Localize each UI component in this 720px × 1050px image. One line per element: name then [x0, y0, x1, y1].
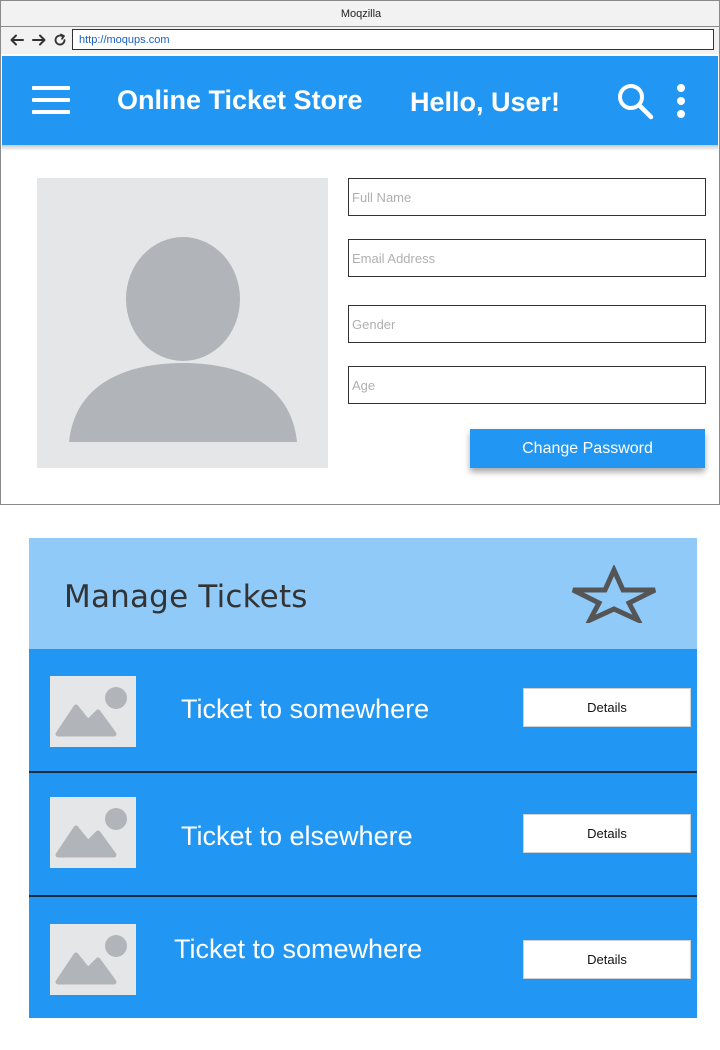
app-header: Online Ticket Store Hello, User!	[2, 56, 718, 145]
gender-field[interactable]	[348, 305, 706, 343]
ticket-title: Ticket to elsewhere	[181, 821, 413, 851]
full-name-field[interactable]	[348, 178, 706, 216]
details-button[interactable]: Details	[523, 688, 691, 727]
window-title: Moqzilla	[340, 8, 382, 20]
star-icon[interactable]	[571, 565, 659, 623]
ticket-row: Ticket to somewhere Details	[29, 649, 697, 771]
tickets-title: Manage Tickets	[64, 579, 308, 615]
ticket-row: Ticket to elsewhere Details	[29, 773, 697, 895]
details-button[interactable]: Details	[523, 814, 691, 853]
details-button[interactable]: Details	[523, 940, 691, 979]
ticket-thumbnail	[50, 797, 136, 868]
image-placeholder-icon	[55, 935, 127, 985]
ticket-thumbnail	[50, 676, 136, 747]
email-field[interactable]	[348, 239, 706, 277]
image-placeholder-icon	[55, 687, 127, 737]
profile-avatar[interactable]	[37, 178, 328, 468]
user-greeting: Hello, User!	[410, 87, 561, 117]
browser-title-bar: Moqzilla	[0, 0, 720, 27]
browser-toolbar: http://moqups.com	[0, 27, 720, 54]
ticket-thumbnail	[50, 924, 136, 995]
page: Moqzilla http://moqups.com Online Ticket…	[0, 0, 720, 1050]
change-password-button[interactable]: Change Password	[470, 429, 705, 468]
app-title: Online Ticket Store	[117, 85, 363, 115]
reload-icon[interactable]	[51, 31, 69, 49]
forward-arrow-icon[interactable]	[30, 31, 48, 49]
hamburger-menu-icon[interactable]	[32, 86, 70, 114]
manage-tickets-panel: Manage Tickets Ticket to somewhere Detai…	[29, 538, 697, 1018]
back-arrow-icon[interactable]	[8, 31, 26, 49]
ticket-row: Ticket to somewhere Details	[29, 897, 697, 1018]
kebab-menu-icon[interactable]	[674, 83, 688, 119]
user-avatar-icon	[69, 237, 297, 442]
image-placeholder-icon	[55, 808, 127, 858]
tickets-header: Manage Tickets	[29, 538, 697, 649]
age-field[interactable]	[348, 366, 706, 404]
ticket-title: Ticket to somewhere	[174, 934, 423, 964]
header-shadow	[2, 145, 718, 151]
ticket-title: Ticket to somewhere	[181, 694, 430, 724]
url-bar[interactable]: http://moqups.com	[72, 29, 714, 50]
search-icon[interactable]	[616, 82, 654, 120]
